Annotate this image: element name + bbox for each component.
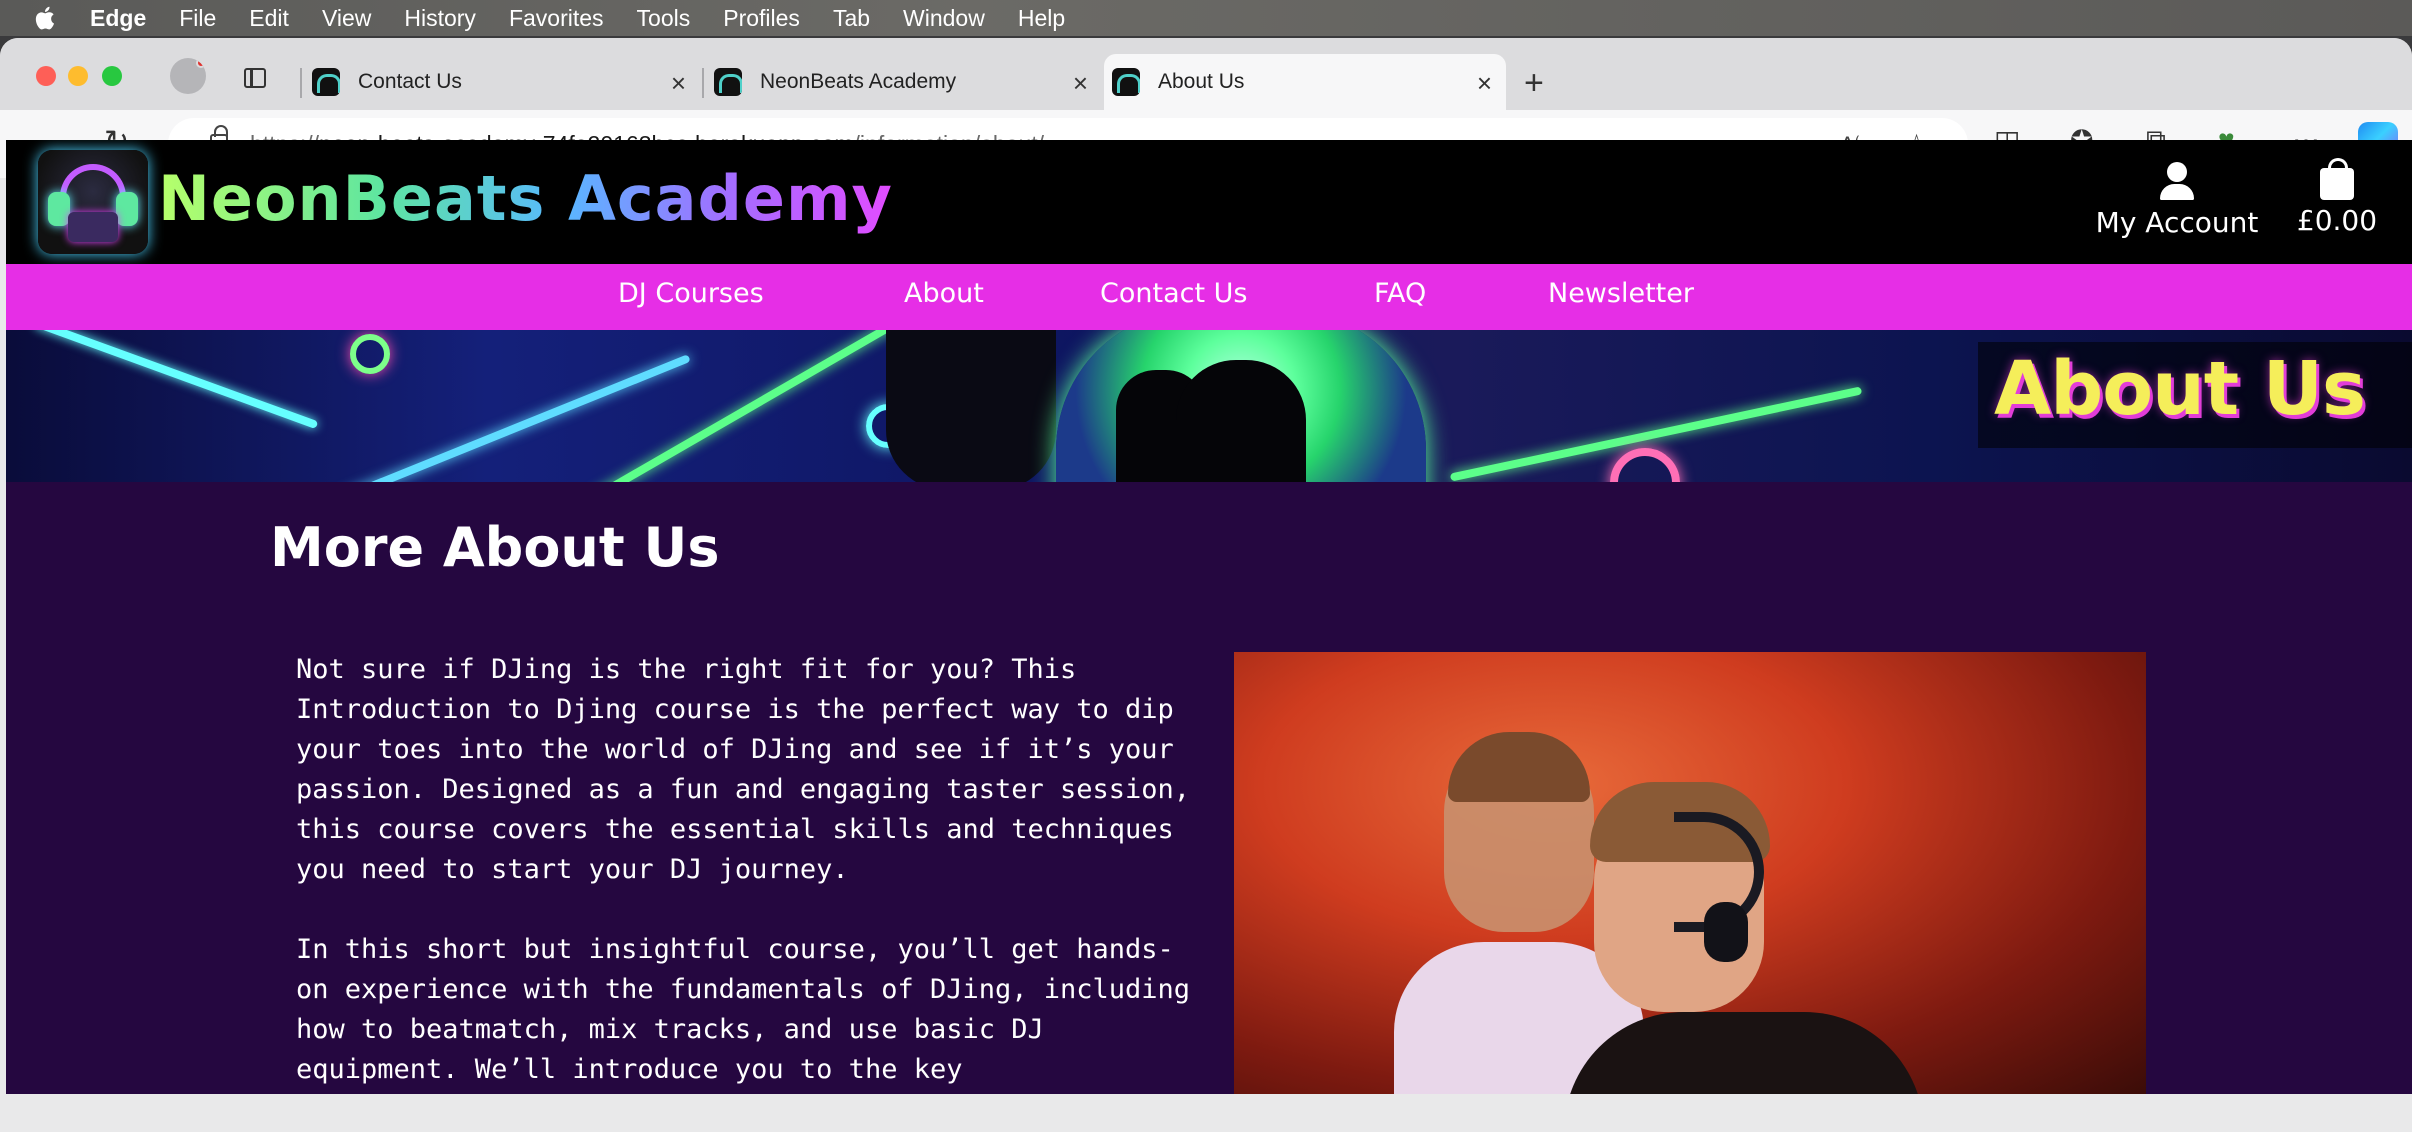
djs-photo xyxy=(1234,652,2146,1094)
headphone-cup xyxy=(1704,902,1748,962)
neon-ring xyxy=(350,334,390,374)
nav-newsletter[interactable]: Newsletter xyxy=(1548,278,1694,309)
neon-line xyxy=(33,330,319,430)
dancer-silhouette xyxy=(886,330,1056,482)
menu-tab[interactable]: Tab xyxy=(833,5,870,32)
close-tab-icon[interactable]: × xyxy=(671,68,686,99)
tab-title: About Us xyxy=(1158,70,1245,93)
menu-window[interactable]: Window xyxy=(903,5,985,32)
tab-title: NeonBeats Academy xyxy=(760,70,957,93)
hero-banner: About Us xyxy=(6,330,2412,482)
tab-bar: Contact Us × NeonBeats Academy × About U… xyxy=(0,38,2412,110)
site-favicon-icon xyxy=(312,68,340,96)
neon-line xyxy=(589,330,923,482)
tab-neonbeats-academy[interactable]: NeonBeats Academy × xyxy=(710,54,1102,110)
menu-file[interactable]: File xyxy=(179,5,216,32)
nav-dj-courses[interactable]: DJ Courses xyxy=(618,278,764,309)
tab-separator xyxy=(702,68,704,98)
bag-total: £0.00 xyxy=(2296,204,2378,237)
logo-ear-left xyxy=(48,192,70,226)
menu-profiles[interactable]: Profiles xyxy=(723,5,800,32)
banner-title: About Us xyxy=(1994,346,2366,432)
close-tab-icon[interactable]: × xyxy=(1477,68,1492,99)
neon-line xyxy=(261,354,691,482)
logo-ear-right xyxy=(116,192,138,226)
tab-actions-icon[interactable] xyxy=(244,68,266,88)
my-account-label: My Account xyxy=(2095,206,2259,239)
site-favicon-icon xyxy=(714,68,742,96)
menu-app-name[interactable]: Edge xyxy=(90,5,146,32)
neon-ring xyxy=(1610,448,1680,482)
menu-tools[interactable]: Tools xyxy=(637,5,691,32)
section-title: More About Us xyxy=(270,516,720,579)
user-icon xyxy=(2157,162,2197,202)
tab-separator xyxy=(300,68,302,98)
new-tab-button[interactable]: + xyxy=(1524,64,1544,103)
macos-menu-bar: Edge File Edit View History Favorites To… xyxy=(0,0,2412,36)
menu-help[interactable]: Help xyxy=(1018,5,1065,32)
menu-edit[interactable]: Edit xyxy=(249,5,289,32)
nav-faq[interactable]: FAQ xyxy=(1374,278,1426,309)
tab-contact-us[interactable]: Contact Us × xyxy=(308,54,700,110)
cat-silhouette xyxy=(1176,360,1306,482)
menu-favorites[interactable]: Favorites xyxy=(509,5,604,32)
shopping-bag-icon xyxy=(2320,158,2354,200)
tab-about-us[interactable]: About Us × xyxy=(1104,54,1506,110)
site-favicon-icon xyxy=(1112,68,1140,96)
about-paragraph: In this short but insightful course, you… xyxy=(296,934,1191,1085)
web-page: NeonBeats Academy My Account £0.00 DJ Co… xyxy=(6,140,2412,1094)
shopping-bag-button[interactable]: £0.00 xyxy=(2282,158,2392,237)
person-hair xyxy=(1448,732,1590,802)
nav-about[interactable]: About xyxy=(904,278,984,309)
main-content: More About Us Not sure if DJing is the r… xyxy=(6,482,2412,1094)
about-paragraph: Not sure if DJing is the right fit for y… xyxy=(296,654,1191,885)
zoom-window-button[interactable] xyxy=(102,66,122,86)
headphones-logo-icon[interactable] xyxy=(38,150,148,254)
close-window-button[interactable] xyxy=(36,66,56,86)
brand-name[interactable]: NeonBeats Academy xyxy=(158,162,893,235)
minimize-window-button[interactable] xyxy=(68,66,88,86)
logo-deck xyxy=(68,212,118,242)
menu-view[interactable]: View xyxy=(322,5,371,32)
apple-logo-icon[interactable] xyxy=(32,4,60,32)
notification-dot xyxy=(196,58,206,68)
main-navigation: DJ Courses About Contact Us FAQ Newslett… xyxy=(6,264,2412,330)
my-account-button[interactable]: My Account xyxy=(2082,162,2272,239)
close-tab-icon[interactable]: × xyxy=(1073,68,1088,99)
tab-title: Contact Us xyxy=(358,70,462,93)
menu-history[interactable]: History xyxy=(404,5,476,32)
profile-avatar-icon[interactable] xyxy=(170,58,206,94)
nav-contact-us[interactable]: Contact Us xyxy=(1100,278,1247,309)
site-header: NeonBeats Academy My Account £0.00 xyxy=(6,140,2412,264)
